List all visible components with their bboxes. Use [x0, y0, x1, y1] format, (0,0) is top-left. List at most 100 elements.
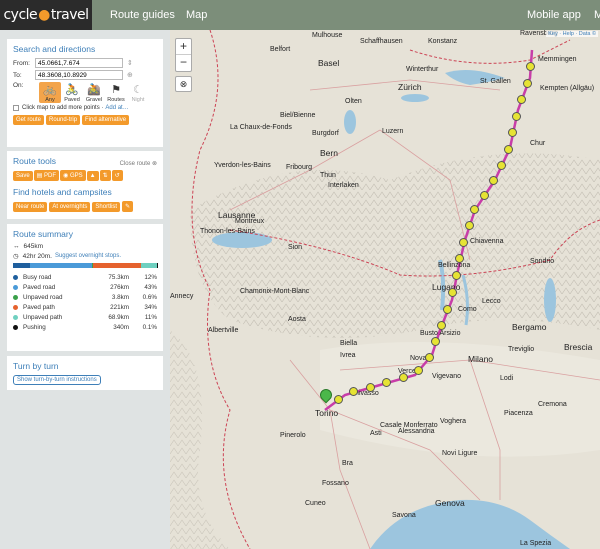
route-distance-marker[interactable] [479, 190, 489, 200]
map-place-label: Schaffhausen [360, 38, 403, 45]
map-canvas[interactable] [170, 30, 600, 549]
route-summary-panel: Route summary ↔ 645km ◷ 42hr 20m. Suggest o… [7, 224, 163, 351]
surface-distance: 75.3km [108, 273, 129, 281]
bicycle-icon: 🚲 [43, 84, 57, 96]
save-button[interactable]: Save [13, 171, 33, 181]
map-place-label: Thonon-les-Bains [200, 228, 255, 235]
suggest-overnight-link[interactable]: Suggest overnight stops. [55, 253, 121, 259]
nav-more-truncated[interactable]: M [594, 0, 600, 30]
to-input[interactable] [35, 70, 123, 80]
route-distance-marker[interactable] [436, 320, 446, 330]
route-distance-marker[interactable] [451, 271, 461, 281]
near-route-button[interactable]: Near route [13, 202, 48, 212]
moon-icon: ☾ [133, 84, 143, 96]
route-distance-marker[interactable] [496, 160, 506, 170]
map-place-label: Milano [468, 354, 494, 364]
map-place-label: Como [458, 306, 477, 313]
surface-percent: 0.1% [142, 323, 157, 331]
route-distance-marker[interactable] [398, 373, 408, 383]
mode-night[interactable]: ☾ Night [127, 82, 149, 103]
map-attribution[interactable]: Key · Help · Data © [546, 31, 598, 37]
close-route-label: Close route [119, 160, 151, 167]
mode-any[interactable]: 🚲 Any [39, 82, 61, 103]
route-distance-marker[interactable] [459, 237, 469, 247]
surface-row: Unpaved path 68.9km 11% [13, 312, 157, 322]
map-place-label: Lodi [500, 375, 514, 382]
route-distance-marker[interactable] [413, 365, 423, 375]
map-place-label: Piacenza [504, 410, 533, 417]
map-place-label: Pinerolo [280, 432, 306, 439]
zoom-out-button[interactable]: − [176, 55, 191, 71]
reverse-button[interactable]: ⇅ [99, 170, 111, 181]
add-at-link[interactable]: Add at… [105, 105, 128, 111]
surface-swatch [13, 274, 18, 280]
gps-button[interactable]: ◉ GPS [60, 170, 86, 181]
zoom-controls: + − [175, 38, 192, 72]
undo-button[interactable]: ↺ [111, 170, 123, 181]
map-place-label: Olten [345, 98, 362, 105]
cycle-travel-logo[interactable]: cycle ● travel [0, 0, 92, 30]
pdf-button[interactable]: ▤ PDF [33, 170, 60, 181]
from-input[interactable] [35, 58, 123, 68]
edit-button[interactable]: ✎ [122, 201, 134, 212]
distance-row: ↔ 645km [13, 243, 157, 250]
surface-name: Pushing [23, 323, 46, 331]
mode-gravel[interactable]: 🚵 Gravel [83, 82, 105, 103]
surface-name: Busy road [23, 273, 52, 281]
shortlist-button[interactable]: Shortlist [92, 202, 121, 212]
map-place-label: Montreux [235, 218, 265, 225]
route-distance-marker[interactable] [464, 221, 474, 231]
find-alternative-button[interactable]: Find alternative [82, 115, 130, 125]
map-place-label: Sion [288, 244, 303, 251]
nav-route-guides[interactable]: Route guides [110, 0, 175, 30]
remove-point-icon[interactable]: ⊕ [127, 72, 134, 79]
surface-breakdown: Busy road 75.3km 12% Paved road 276km 43% Unpa… [13, 272, 157, 332]
surface-distance: 68.9km [108, 313, 129, 321]
from-label: From: [13, 59, 30, 67]
route-distance-marker[interactable] [333, 394, 343, 404]
route-distance-marker[interactable] [424, 352, 434, 362]
route-distance-marker[interactable] [511, 111, 521, 121]
map-place-label: Bra [342, 460, 353, 467]
checkbox-icon[interactable] [13, 105, 19, 111]
map-place-label: Yverdon-les-Bains [214, 162, 271, 169]
swap-icon[interactable]: ⇕ [127, 60, 134, 67]
map-place-label: Bergamo [512, 322, 547, 332]
route-distance-marker[interactable] [470, 204, 480, 214]
round-trip-button[interactable]: Round-trip [46, 115, 81, 125]
map-place-label: Biella [340, 340, 358, 347]
get-route-button[interactable]: Get route [13, 115, 45, 125]
route-distance-marker[interactable] [522, 78, 532, 88]
map-place-label: St. Gallen [480, 78, 511, 85]
start-pin[interactable] [317, 386, 335, 405]
route-distance-marker[interactable] [525, 62, 535, 72]
mode-paved[interactable]: 🚴 Paved [61, 82, 83, 103]
road-bike-icon: 🚴 [65, 84, 79, 96]
surface-distance: 3.8km [111, 293, 129, 301]
route-distance-marker[interactable] [516, 95, 526, 105]
map-place-label: Interlaken [328, 182, 359, 189]
map-place-label: La Chaux-de-Fonds [230, 124, 292, 131]
gps-icon: ◉ [63, 173, 70, 179]
route-distance-marker[interactable] [431, 336, 441, 346]
mode-routes-label: Routes [107, 97, 125, 103]
mode-routes[interactable]: ⚑ Routes [105, 82, 127, 103]
elevation-button[interactable]: ▲ [86, 171, 99, 181]
map-view[interactable]: Mulhouse Schaffhausen Konstanz Ravensburg Be… [170, 30, 600, 549]
route-distance-marker[interactable] [443, 304, 453, 314]
at-overnights-button[interactable]: At overnights [49, 202, 91, 212]
surface-swatch [13, 294, 18, 300]
zoom-in-button[interactable]: + [176, 39, 191, 55]
route-distance-marker[interactable] [365, 382, 375, 392]
gps-label: GPS [69, 173, 83, 179]
close-x-button[interactable]: ⊗ [175, 76, 192, 92]
show-turn-by-turn-button[interactable]: Show turn-by-turn instructions [13, 375, 101, 385]
to-row: To: ⊕ [13, 70, 157, 80]
time-row: ◷ 42hr 20m. Suggest overnight stops. [13, 252, 157, 261]
nav-map[interactable]: Map [186, 0, 207, 30]
click-hint-row: Click map to add more points · Add at… [13, 105, 157, 111]
close-route-link[interactable]: Close route ⊗ [120, 160, 157, 167]
nav-mobile-app[interactable]: Mobile app [527, 0, 581, 30]
map-place-label: Torino [315, 408, 339, 418]
map-place-label: Cremona [538, 401, 567, 408]
